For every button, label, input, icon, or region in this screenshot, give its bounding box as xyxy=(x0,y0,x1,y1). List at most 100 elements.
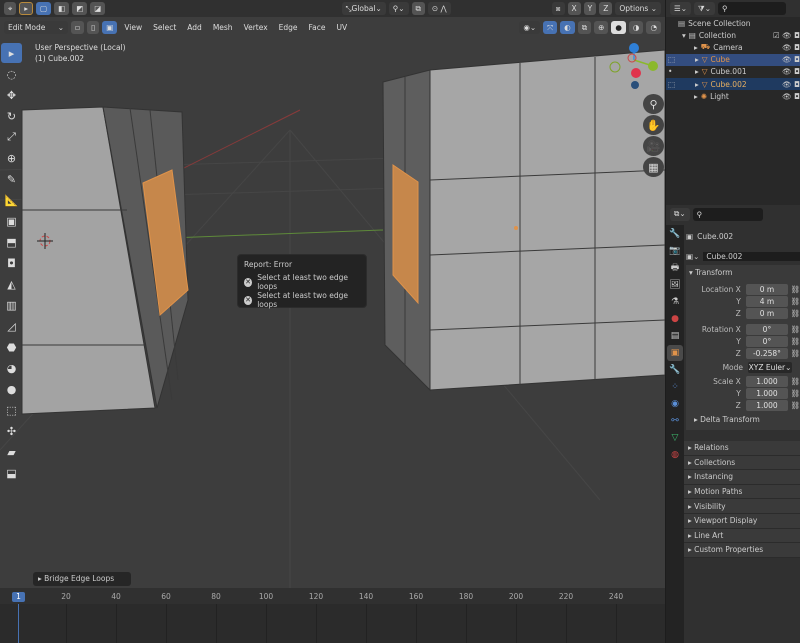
rotation-x-field[interactable]: 0° xyxy=(745,323,789,335)
section-custom-properties[interactable]: ▸ Custom Properties xyxy=(684,543,800,558)
current-frame-indicator[interactable]: 1 xyxy=(12,592,25,602)
snap-toggle[interactable]: ⧉ xyxy=(411,2,425,15)
display-mode-dropdown[interactable]: ☰⌄ xyxy=(670,2,692,15)
overlay-toggle[interactable]: ◐ xyxy=(560,21,575,34)
mode-dropdown[interactable]: Edit Mode ⌄ xyxy=(4,21,68,34)
object-datablock[interactable]: ▣⌄ Cube.002 xyxy=(686,247,800,265)
collection-tab[interactable]: ▤ xyxy=(667,328,683,344)
orientation-dropdown[interactable]: ⤡ Global ⌄ xyxy=(341,2,386,15)
camera-view-icon[interactable]: 🎥 xyxy=(643,136,664,156)
timeline[interactable]: 20 40 60 80 100 120 140 160 180 200 220 240 1 xyxy=(0,588,665,643)
operator-panel[interactable]: ▸ Bridge Edge Loops xyxy=(33,572,131,586)
section-collections[interactable]: ▸ Collections xyxy=(684,455,800,471)
rotation-mode-dropdown[interactable]: XYZ Euler⌄ xyxy=(748,361,792,373)
outliner-item[interactable]: ⬚ ▸ ▽ Cube 👁 ◘ xyxy=(666,53,800,66)
scene-tab[interactable]: ⚗ xyxy=(667,294,683,310)
section-line-art[interactable]: ▸ Line Art xyxy=(684,528,800,544)
shading-material[interactable]: ◑ xyxy=(628,21,644,34)
delta-transform-subpanel[interactable]: ▸ Delta Transform xyxy=(686,411,800,427)
menu-view[interactable]: View xyxy=(120,23,146,32)
annotate-tool[interactable]: ✎ xyxy=(1,169,22,189)
gizmo-toggle[interactable]: ⤧ xyxy=(543,21,558,34)
data-tab[interactable]: ▽ xyxy=(667,430,683,446)
location-y-field[interactable]: 4 m xyxy=(745,295,789,307)
xray-toggle[interactable]: ⧉ xyxy=(577,21,592,34)
menu-vertex[interactable]: Vertex xyxy=(240,23,272,32)
proportional-edit[interactable]: ⊙ ⋀ xyxy=(427,2,451,15)
loop-cut-tool[interactable]: ▥ xyxy=(1,295,22,315)
move-tool[interactable]: ✥ xyxy=(1,85,22,105)
pan-icon[interactable]: ✋ xyxy=(643,115,664,135)
pivot-dropdown[interactable]: ⚲⌄ xyxy=(388,2,409,15)
filter-dropdown[interactable]: ⧩⌄ xyxy=(694,2,715,15)
outliner-search-input[interactable]: ⚲ xyxy=(718,2,786,15)
scale-y-field[interactable]: 1.000 xyxy=(745,387,789,399)
render-tab[interactable]: 📷 xyxy=(667,243,683,259)
location-z-field[interactable]: 0 m xyxy=(745,307,789,319)
measure-tool[interactable]: 📐 xyxy=(1,190,22,210)
shading-rendered[interactable]: ◔ xyxy=(646,21,661,34)
menu-select[interactable]: Select xyxy=(149,23,180,32)
section-instancing[interactable]: ▸ Instancing xyxy=(684,470,800,485)
editor-type-button[interactable]: ⌖ xyxy=(4,2,17,15)
add-cube-tool[interactable]: ▣ xyxy=(1,211,22,231)
collection-row[interactable]: ▾ ▤ Collection ☑ 👁 ◘ xyxy=(666,29,800,41)
select-tool-button[interactable]: ▸ xyxy=(19,2,33,15)
view-layer-tab[interactable]: 🖼 xyxy=(667,277,683,293)
outliner-item[interactable]: ⬚ ▸ ▽ Cube.002 👁 ◘ xyxy=(666,77,800,91)
section-relations[interactable]: ▸ Relations xyxy=(684,441,800,456)
scene-collection-row[interactable]: ▤ Scene Collection xyxy=(666,17,800,29)
select-mode-subtract[interactable]: ◩ xyxy=(72,2,88,15)
menu-face[interactable]: Face xyxy=(305,23,330,32)
menu-uv[interactable]: UV xyxy=(333,23,352,32)
transform-tool[interactable]: ⊕ xyxy=(1,148,22,168)
extrude-tool[interactable]: ⬒ xyxy=(1,232,22,252)
scale-x-field[interactable]: 1.000 xyxy=(745,375,789,387)
inset-tool[interactable]: ◘ xyxy=(1,253,22,273)
particles-tab[interactable]: ⁘ xyxy=(667,379,683,395)
object-tab[interactable]: ▣ xyxy=(667,345,683,361)
vertex-select-mode[interactable]: ▫ xyxy=(71,21,85,34)
shear-tool[interactable]: ▰ xyxy=(1,442,22,462)
bevel-tool[interactable]: ◭ xyxy=(1,274,22,294)
face-select-mode[interactable]: ▣ xyxy=(102,21,118,34)
menu-edge[interactable]: Edge xyxy=(275,23,302,32)
select-mode-extend[interactable]: ◧ xyxy=(54,2,70,15)
scale-z-field[interactable]: 1.000 xyxy=(745,399,789,411)
mirror-x[interactable]: X xyxy=(567,2,581,15)
mirror-y[interactable]: Y xyxy=(583,2,597,15)
outliner-item[interactable]: ▸ ✺ Light 👁 ◘ xyxy=(666,90,800,102)
3d-viewport[interactable]: ⌖ ▸ ▢ ◧ ◩ ◪ ⤡ Global ⌄ ⚲⌄ ⧉ ⊙ ⋀ ⧈ X Y Z … xyxy=(0,0,665,588)
rotation-z-field[interactable]: -0.258° xyxy=(745,347,789,359)
world-tab[interactable]: ● xyxy=(667,311,683,327)
material-tab[interactable]: ◍ xyxy=(667,447,683,463)
section-viewport-display[interactable]: ▸ Viewport Display xyxy=(684,513,800,529)
rotate-tool[interactable]: ↻ xyxy=(1,106,22,126)
cursor-tool[interactable]: ◌ xyxy=(1,64,22,84)
select-mode-intersect[interactable]: ◪ xyxy=(90,2,106,15)
scale-tool[interactable]: ⤢ xyxy=(1,127,22,147)
shading-solid[interactable]: ● xyxy=(611,21,626,34)
ortho-grid-icon[interactable]: ▦ xyxy=(643,157,664,177)
zoom-icon[interactable]: ⚲ xyxy=(643,94,664,114)
edge-select-mode[interactable]: ▯ xyxy=(87,21,100,34)
location-x-field[interactable]: 0 m xyxy=(745,283,789,295)
poly-build-tool[interactable]: ⬣ xyxy=(1,337,22,357)
menu-add[interactable]: Add xyxy=(183,23,206,32)
output-tab[interactable]: 🖶 xyxy=(667,260,683,276)
visibility-dropdown[interactable]: ◉⌄ xyxy=(519,21,541,34)
smooth-tool[interactable]: ● xyxy=(1,379,22,399)
properties-search-input[interactable]: ⚲ xyxy=(692,207,763,221)
edge-slide-tool[interactable]: ⬚ xyxy=(1,400,22,420)
options-dropdown[interactable]: Options ⌄ xyxy=(615,2,661,15)
knife-tool[interactable]: ◿ xyxy=(1,316,22,336)
rip-tool[interactable]: ⬓ xyxy=(1,463,22,483)
shrink-tool[interactable]: ✣ xyxy=(1,421,22,441)
select-box-tool[interactable]: ▸ xyxy=(1,43,22,63)
physics-tab[interactable]: ◉ xyxy=(667,396,683,412)
tool-tab[interactable]: 🔧 xyxy=(667,226,683,242)
rotation-y-field[interactable]: 0° xyxy=(745,335,789,347)
outliner-item[interactable]: ▸ ⛟ Camera 👁 ◘ xyxy=(666,41,800,53)
transform-panel-header[interactable]: ▾ Transform xyxy=(686,265,800,280)
modifier-tab[interactable]: 🔧 xyxy=(667,362,683,378)
